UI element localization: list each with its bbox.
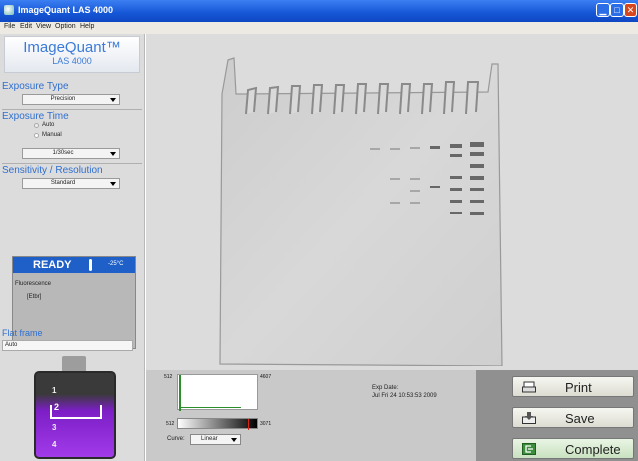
maximize-button[interactable]: □ — [610, 3, 624, 17]
tray-handle — [62, 356, 86, 372]
tray-selector[interactable]: 1 2 3 4 — [34, 371, 116, 459]
logo-subtitle: LAS 4000 — [52, 56, 92, 66]
action-panel: Print Save Complete — [476, 370, 638, 461]
printer-icon — [522, 381, 536, 393]
exposure-time-select[interactable]: 1/30sec — [22, 148, 120, 159]
menu-view[interactable]: View — [36, 23, 51, 30]
window-title: ImageQuant LAS 4000 — [18, 5, 114, 15]
image-viewer[interactable] — [146, 34, 638, 370]
minimize-button[interactable]: ▁ — [596, 3, 610, 17]
chevron-down-icon — [110, 152, 116, 156]
tray-slot-3[interactable]: 3 — [52, 423, 56, 432]
curve-value: Linear — [201, 436, 218, 442]
sensitivity-title: Sensitivity / Resolution — [2, 165, 103, 176]
tray-slot-2: 2 — [54, 402, 60, 412]
exposure-date: Exp Date: Jul Fri 24 10:53:53 2009 — [372, 384, 437, 400]
exposure-time-value: 1/30sec — [52, 150, 74, 156]
control-panel: ImageQuant™ LAS 4000 Exposure Type Preci… — [0, 34, 145, 461]
curve-label: Curve: — [167, 436, 185, 442]
manual-radio-label: Manual — [42, 132, 62, 138]
menu-help[interactable]: Help — [80, 23, 94, 30]
close-button[interactable]: ✕ — [624, 3, 637, 17]
thermometer-icon — [89, 259, 92, 271]
method-label: Fluorescence — [15, 281, 52, 287]
tray-slot-4[interactable]: 4 — [52, 440, 56, 449]
filter-label: [Etbr] — [27, 294, 42, 300]
manual-radio[interactable] — [34, 133, 39, 138]
divider — [2, 163, 142, 164]
divider — [2, 109, 142, 110]
title-bar: ImageQuant LAS 4000 ▁ □ ✕ — [0, 0, 638, 22]
save-button[interactable]: Save — [512, 407, 634, 428]
ccd-temperature: -25°C — [108, 261, 124, 267]
curve-select[interactable]: Linear — [190, 434, 241, 445]
chevron-down-icon — [110, 182, 116, 186]
menu-file[interactable]: File — [4, 23, 15, 30]
histogram-max: 4607 — [260, 374, 272, 380]
app-logo: ImageQuant™ LAS 4000 — [4, 36, 140, 73]
status-bar: READY -25°C — [13, 257, 135, 273]
exposure-type-value: Precision — [50, 96, 76, 102]
exposure-date-label: Exp Date: — [372, 385, 399, 391]
print-label: Print — [565, 380, 592, 395]
histogram[interactable] — [177, 374, 258, 411]
flat-frame-title: Flat frame — [2, 328, 43, 338]
chevron-down-icon — [231, 438, 237, 442]
menu-option[interactable]: Option — [55, 23, 76, 30]
complete-label: Complete — [565, 442, 621, 457]
gradient-max-handle[interactable] — [248, 419, 249, 430]
save-icon — [522, 412, 536, 424]
gradient-min: 512 — [166, 421, 175, 427]
exposure-date-value: Jul Fri 24 10:53:53 2009 — [372, 393, 437, 399]
status-label: READY — [33, 259, 72, 271]
histogram-peak — [179, 375, 181, 411]
auto-radio[interactable] — [34, 123, 39, 128]
print-button[interactable]: Print — [512, 376, 634, 397]
gel-image — [219, 57, 503, 366]
contrast-gradient[interactable] — [177, 418, 258, 430]
complete-button[interactable]: Complete — [512, 438, 634, 459]
histogram-baseline — [181, 407, 241, 408]
auto-radio-label: Auto — [42, 122, 55, 128]
exit-icon — [522, 443, 536, 455]
tray-slot-selected[interactable]: 2 — [50, 402, 102, 419]
gradient-max: 3071 — [260, 421, 272, 427]
menu-bar: File Edit View Option Help — [0, 22, 638, 34]
display-settings-panel: 512 4607 512 3071 Curve: Linear Exp Date… — [146, 370, 476, 461]
tray-slot-1[interactable]: 1 — [52, 386, 56, 395]
exposure-type-title: Exposure Type — [2, 81, 69, 92]
save-label: Save — [565, 411, 595, 426]
exposure-type-select[interactable]: Precision — [22, 94, 120, 105]
chevron-down-icon — [110, 98, 116, 102]
exposure-time-title: Exposure Time — [2, 111, 69, 122]
histogram-min: 512 — [164, 374, 173, 380]
logo-title: ImageQuant™ — [23, 39, 121, 56]
sensitivity-value: Standard — [50, 180, 76, 186]
sensitivity-select[interactable]: Standard — [22, 178, 120, 189]
menu-edit[interactable]: Edit — [20, 23, 32, 30]
app-icon — [4, 5, 14, 15]
flat-frame-field[interactable]: Auto — [2, 340, 133, 351]
